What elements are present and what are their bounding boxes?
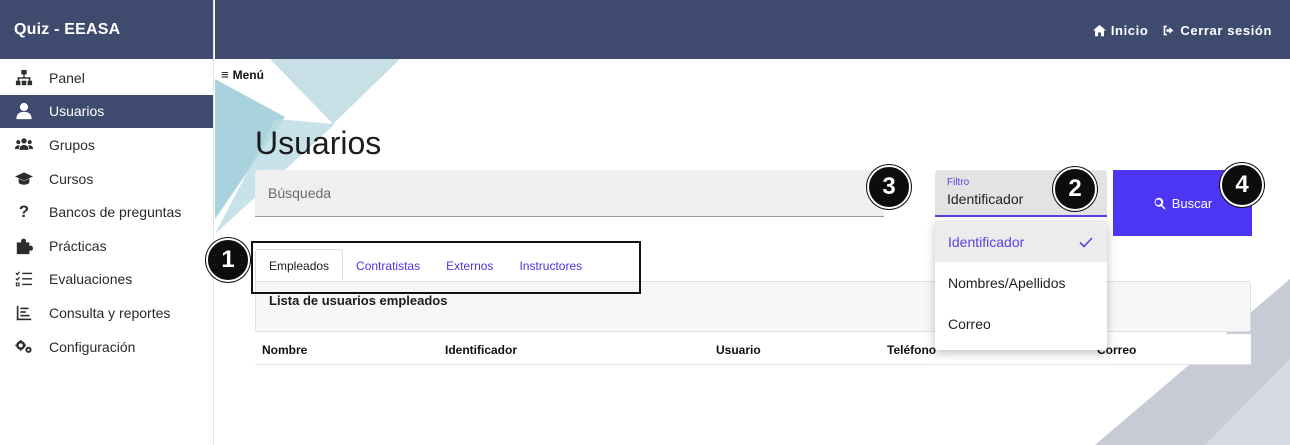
column-header-telefono[interactable]: Teléfono	[887, 343, 936, 357]
users-icon	[12, 136, 36, 154]
check-icon	[1079, 236, 1093, 248]
filter-option-label: Nombres/Apellidos	[948, 274, 1066, 291]
sidebar-item-label: Usuarios	[49, 103, 105, 120]
sign-out-icon	[1164, 25, 1174, 36]
filter-option-label: Identificador	[948, 233, 1025, 250]
page-title: Usuarios	[255, 125, 382, 161]
home-label: Inicio	[1110, 23, 1149, 38]
sidebar-item-bancos-de-preguntas[interactable]: ? Bancos de preguntas	[0, 195, 213, 229]
sidebar-item-label: Consulta y reportes	[49, 304, 171, 321]
sidebar-item-label: Panel	[49, 69, 85, 86]
sidebar-item-label: Cursos	[49, 170, 94, 187]
puzzle-icon	[12, 237, 36, 255]
callout-marker-1: 1	[206, 238, 250, 282]
sidebar-item-label: Evaluaciones	[49, 271, 133, 288]
sidebar-item-label: Bancos de preguntas	[49, 204, 182, 221]
sidebar-item-consulta-y-reportes[interactable]: Consulta y reportes	[0, 296, 213, 330]
checklist-icon	[12, 270, 36, 288]
logout-link[interactable]: Cerrar sesión	[1162, 23, 1272, 38]
sidebar-nav: Panel Usuarios Grupos Cursos ? Bancos de…	[0, 59, 213, 363]
cogs-icon	[12, 338, 36, 356]
logout-label: Cerrar sesión	[1180, 23, 1272, 38]
app-brand[interactable]: Quiz - EEASA	[0, 0, 213, 59]
top-navbar: Inicio Cerrar sesión	[215, 0, 1290, 59]
home-link[interactable]: Inicio	[1092, 23, 1149, 38]
sidebar-item-label: Grupos	[49, 136, 95, 153]
callout-marker-4: 4	[1220, 163, 1264, 207]
column-header-usuario[interactable]: Usuario	[716, 343, 761, 357]
search-field[interactable]	[255, 170, 884, 217]
search-input[interactable]	[268, 185, 871, 201]
column-header-nombre[interactable]: Nombre	[262, 343, 307, 357]
panel-title: Lista de usuarios empleados	[269, 293, 448, 308]
sidebar-item-cursos[interactable]: Cursos	[0, 162, 213, 196]
sidebar-item-label: Configuración	[49, 338, 136, 355]
sidebar-item-panel[interactable]: Panel	[0, 61, 213, 95]
sidebar-item-grupos[interactable]: Grupos	[0, 128, 213, 162]
sidebar-item-configuracion[interactable]: Configuración	[0, 330, 213, 364]
report-icon	[12, 304, 36, 322]
filter-option-nombres-apellidos[interactable]: Nombres/Apellidos	[935, 262, 1107, 303]
question-icon: ?	[18, 202, 30, 222]
tabs-highlight-box	[251, 241, 641, 294]
column-header-identificador[interactable]: Identificador	[445, 343, 517, 357]
callout-marker-2: 2	[1053, 167, 1097, 211]
search-icon	[1154, 197, 1166, 209]
filter-dropdown-menu: Identificador Nombres/Apellidos Correo	[935, 221, 1107, 350]
sidebar: Quiz - EEASA Panel Usuarios Grupos Curso…	[0, 0, 214, 445]
topbar-actions: Inicio Cerrar sesión	[1092, 23, 1272, 38]
graduation-cap-icon	[12, 170, 36, 188]
sidebar-item-evaluaciones[interactable]: Evaluaciones	[0, 263, 213, 297]
search-button-label: Buscar	[1171, 195, 1213, 211]
filter-option-label: Correo	[948, 315, 991, 332]
menu-toggle-label: Menú	[232, 67, 264, 82]
hamburger-icon: ≡	[221, 67, 229, 82]
sitemap-icon	[12, 69, 36, 87]
sidebar-item-label: Prácticas	[49, 237, 107, 254]
home-icon	[1092, 24, 1106, 37]
app-window: Quiz - EEASA Panel Usuarios Grupos Curso…	[0, 0, 1290, 445]
filter-option-identificador[interactable]: Identificador	[935, 221, 1107, 262]
sidebar-item-practicas[interactable]: Prácticas	[0, 229, 213, 263]
filter-option-correo[interactable]: Correo	[935, 303, 1107, 344]
callout-marker-3: 3	[867, 165, 911, 209]
sidebar-item-usuarios[interactable]: Usuarios	[0, 94, 213, 129]
user-icon	[12, 102, 36, 120]
menu-toggle-button[interactable]: ≡ Menú	[221, 67, 264, 82]
